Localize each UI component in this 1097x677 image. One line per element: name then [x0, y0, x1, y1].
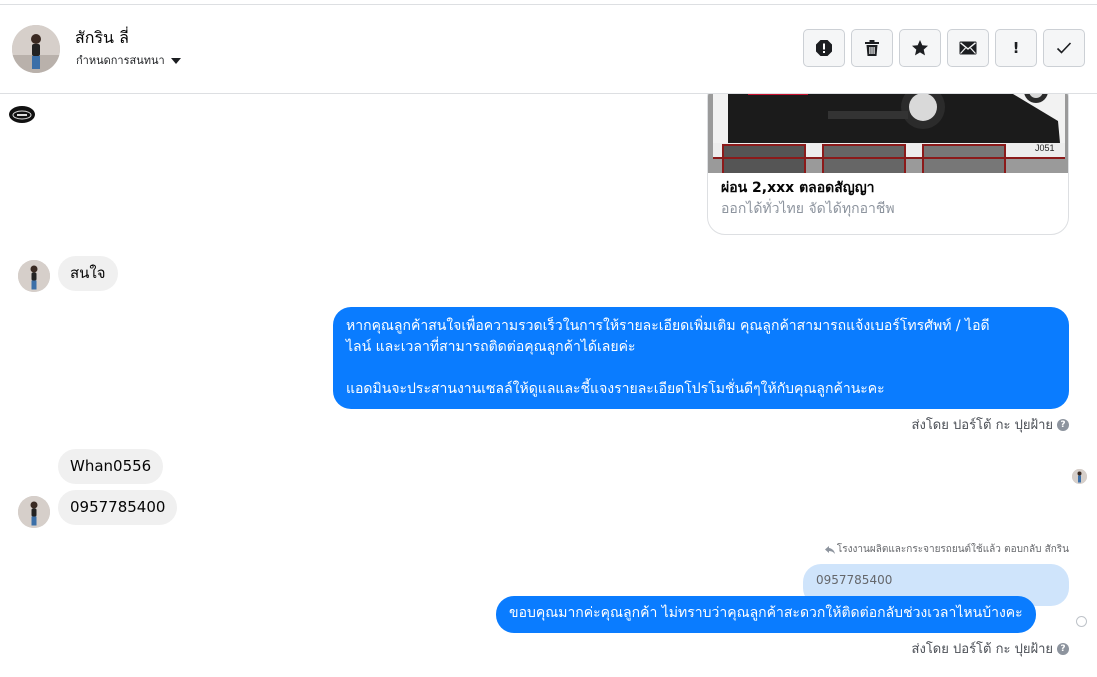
delete-button[interactable]	[851, 29, 893, 67]
outgoing-message[interactable]: ขอบคุณมากค่ะคุณลูกค้า ไม่ทราบว่าคุณลูกค้…	[496, 596, 1036, 633]
reply-note: โรงงานผลิตและกระจายรถยนต์ใช้แล้ว ตอบกลับ…	[824, 542, 1069, 557]
assign-conversation-dropdown[interactable]: กำหนดการสนทนา	[76, 51, 181, 69]
sent-by-label: ส่งโดย ปอร์โต้ กะ ปุยฝ้าย ?	[912, 414, 1069, 435]
ad-card[interactable]: J051 ผ่อน 2,xxx ตลอดสัญญา ออกได้ทั่วไทย …	[707, 94, 1069, 235]
help-icon[interactable]: ?	[1057, 642, 1069, 655]
incoming-message[interactable]: สนใจ	[58, 256, 118, 291]
star-button[interactable]	[899, 29, 941, 67]
car-code-label: J051	[1035, 143, 1055, 153]
trash-icon	[865, 40, 879, 56]
car-ad-image: J051	[708, 94, 1068, 176]
message-line: แอดมินจะประสานงานเซลล์ให้ดูแลและชี้แจงรา…	[346, 381, 885, 397]
sent-by-label: ส่งโดย ปอร์โต้ กะ ปุยฝ้าย ?	[912, 638, 1069, 659]
incoming-message[interactable]: Whan0556	[58, 449, 164, 484]
caret-down-icon	[170, 57, 181, 64]
checkmark-icon	[1056, 42, 1072, 54]
incoming-message[interactable]: 0957785400	[58, 490, 178, 525]
ad-card-subtitle: ออกได้ทั่วไทย จัดได้ทุกอาชีพ	[721, 201, 895, 217]
exclamation-icon: !	[1012, 39, 1020, 57]
sent-status-icon	[1076, 616, 1087, 627]
sent-by-text: ส่งโดย ปอร์โต้ กะ ปุยฝ้าย	[911, 642, 1053, 657]
contact-name: สักริน ลี่	[75, 28, 129, 47]
read-receipt-avatar	[1072, 469, 1087, 484]
report-icon	[816, 40, 832, 56]
outgoing-message[interactable]: หากคุณลูกค้าสนใจเพื่อความรวดเร็วในการให้…	[333, 307, 1069, 409]
conversation-header: สักริน ลี่ กำหนดการสนทนา !	[0, 5, 1097, 94]
help-icon[interactable]: ?	[1057, 418, 1069, 431]
reply-note-text: โรงงานผลิตและกระจายรถยนต์ใช้แล้ว ตอบกลับ…	[836, 544, 1069, 555]
follow-up-button[interactable]: !	[995, 29, 1037, 67]
ad-card-title: ผ่อน 2,xxx ตลอดสัญญา	[721, 180, 875, 196]
message-line: ไลน์ และเวลาที่สามารถติดต่อคุณลูกค้าได้เ…	[346, 339, 636, 355]
sent-by-text: ส่งโดย ปอร์โต้ กะ ปุยฝ้าย	[911, 418, 1053, 433]
star-icon	[912, 40, 928, 56]
assign-label: กำหนดการสนทนา	[76, 54, 165, 67]
mark-unread-button[interactable]	[947, 29, 989, 67]
sender-avatar[interactable]	[18, 260, 50, 292]
action-toolbar: !	[803, 29, 1085, 67]
envelope-icon	[959, 41, 977, 55]
sender-avatar[interactable]	[18, 496, 50, 528]
report-button[interactable]	[803, 29, 845, 67]
reply-arrow-icon	[824, 545, 835, 554]
conversation-thread[interactable]: J051 ผ่อน 2,xxx ตลอดสัญญา ออกได้ทั่วไทย …	[0, 94, 1097, 677]
page-logo-icon	[9, 106, 35, 123]
mark-done-button[interactable]	[1043, 29, 1085, 67]
message-line: หากคุณลูกค้าสนใจเพื่อความรวดเร็วในการให้…	[346, 318, 990, 334]
contact-avatar[interactable]	[12, 25, 60, 73]
